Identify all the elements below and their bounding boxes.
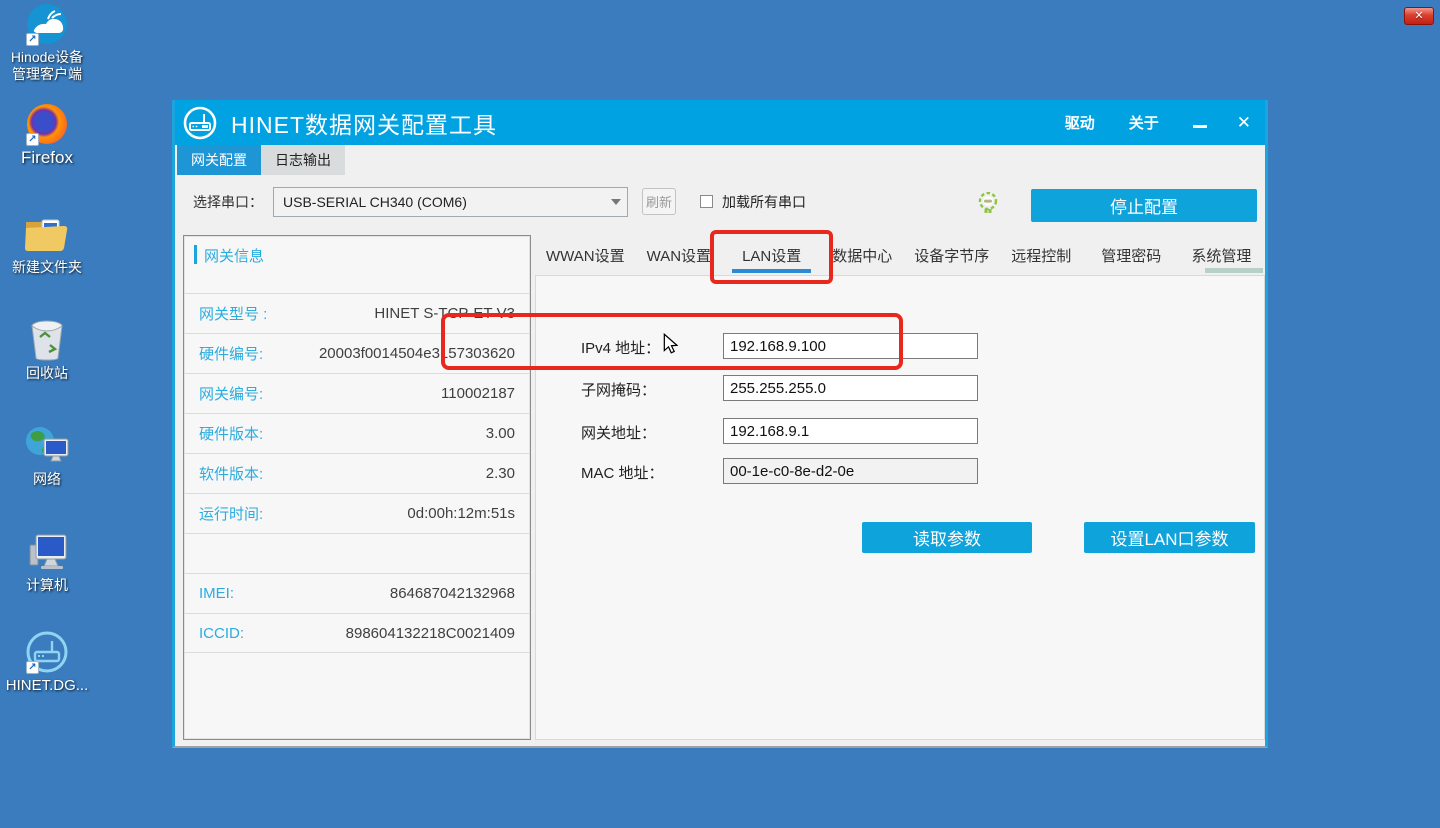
- info-row-model: 网关型号 : HINET S-TCP-ET-V3: [184, 293, 530, 333]
- info-value: HINET S-TCP-ET-V3: [267, 305, 515, 322]
- section-accent-bar: [194, 245, 197, 264]
- gateway-addr-row: 网关地址：: [536, 418, 1264, 444]
- desktop-icon-hinet-dg[interactable]: ↗ HINET.DG...: [2, 630, 92, 694]
- ipv4-label: IPv4 地址：: [581, 337, 660, 358]
- recycle-bin-icon: [28, 319, 66, 361]
- desktop-icon-computer[interactable]: 计算机: [2, 530, 92, 594]
- icon-label: 管理客户端: [12, 66, 82, 82]
- device-status-icon: [978, 192, 998, 214]
- tab-wwan-settings[interactable]: WWAN设置: [535, 235, 636, 275]
- info-label: 硬件编号:: [199, 343, 263, 364]
- ipv4-input[interactable]: [723, 333, 978, 359]
- mac-addr-input[interactable]: [723, 458, 978, 484]
- read-params-button[interactable]: 读取参数: [862, 522, 1032, 553]
- mac-addr-row: MAC 地址：: [536, 458, 1264, 484]
- icon-label: 回收站: [26, 365, 68, 382]
- shortcut-arrow-icon: ↗: [26, 33, 39, 46]
- chevron-down-icon: [611, 199, 621, 205]
- floating-close-button[interactable]: ✕: [1404, 7, 1434, 25]
- info-label: 软件版本:: [199, 463, 263, 484]
- lan-settings-panel: IPv4 地址： 子网掩码： 网关地址： MAC 地址： 读取参数 设置L: [535, 275, 1265, 740]
- folder-icon: [24, 214, 70, 254]
- info-value: 2.30: [263, 465, 515, 482]
- desktop: ↗ Hinode设备 管理客户端 ↗ Firefox 新建文件夹: [0, 0, 1440, 828]
- load-all-ports-label: 加载所有串口: [722, 192, 806, 212]
- icon-label: HINET.DG...: [6, 677, 89, 694]
- set-lan-params-button[interactable]: 设置LAN口参数: [1084, 522, 1255, 553]
- tab-data-center[interactable]: 数据中心: [821, 235, 903, 275]
- tab-admin-password[interactable]: 管理密码: [1090, 235, 1172, 275]
- shortcut-arrow-icon: ↗: [26, 661, 39, 674]
- computer-icon: [24, 531, 70, 573]
- icon-label: Firefox: [21, 149, 73, 166]
- info-label: 网关编号:: [199, 383, 263, 404]
- info-row-iccid: ICCID: 898604132218C0021409: [184, 613, 530, 653]
- tab-lan-settings-label: LAN设置: [742, 245, 801, 266]
- window-titlebar: HINET数据网关配置工具 驱动 关于 ✕: [175, 100, 1265, 145]
- network-icon: [24, 425, 70, 467]
- desktop-icon-recycle-bin[interactable]: 回收站: [2, 318, 92, 382]
- info-value: 20003f0014504e3157303620: [263, 345, 515, 362]
- ipv4-row: IPv4 地址：: [536, 333, 1264, 359]
- info-row-hw-id: 硬件编号: 20003f0014504e3157303620: [184, 333, 530, 373]
- about-menu[interactable]: 关于: [1129, 112, 1159, 133]
- minimize-button[interactable]: [1193, 125, 1207, 128]
- info-row-imei: IMEI: 864687042132968: [184, 573, 530, 613]
- tab-wan-settings[interactable]: WAN设置: [636, 235, 722, 275]
- app-window: HINET数据网关配置工具 驱动 关于 ✕ 网关配置 日志输出 选择串口： US…: [172, 100, 1268, 748]
- info-row-hw-version: 硬件版本: 3.00: [184, 413, 530, 453]
- tab-byte-order[interactable]: 设备字节序: [903, 235, 1000, 275]
- serial-toolbar: 选择串口： USB-SERIAL CH340 (COM6) 刷新 加载所有串口 …: [175, 175, 1265, 228]
- icon-label: 新建文件夹: [12, 259, 82, 276]
- refresh-button[interactable]: 刷新: [642, 188, 676, 215]
- shortcut-arrow-icon: ↗: [26, 133, 39, 146]
- mouse-cursor: [663, 333, 678, 354]
- serial-port-select[interactable]: USB-SERIAL CH340 (COM6): [273, 187, 628, 217]
- gateway-addr-input[interactable]: [723, 418, 978, 444]
- tab-gateway-config[interactable]: 网关配置: [177, 145, 261, 175]
- info-value: 3.00: [263, 425, 515, 442]
- netmask-row: 子网掩码：: [536, 375, 1264, 401]
- info-label: ICCID:: [199, 625, 244, 642]
- desktop-icon-firefox[interactable]: ↗ Firefox: [2, 102, 92, 166]
- driver-menu[interactable]: 驱动: [1065, 112, 1095, 133]
- tabbar-scroll-indicator[interactable]: [1205, 268, 1263, 273]
- gateway-addr-label: 网关地址：: [581, 422, 656, 443]
- netmask-label: 子网掩码：: [581, 379, 656, 400]
- stop-config-button[interactable]: 停止配置: [1031, 189, 1257, 222]
- info-value: 898604132218C0021409: [244, 625, 515, 642]
- icon-label: 网络: [33, 471, 61, 488]
- info-value: 110002187: [263, 385, 515, 402]
- info-value: 0d:00h:12m:51s: [263, 505, 515, 522]
- info-row-sw-version: 软件版本: 2.30: [184, 453, 530, 493]
- gateway-info-title: 网关信息: [204, 245, 264, 293]
- window-title: HINET数据网关配置工具: [231, 106, 497, 140]
- desktop-icon-network[interactable]: 网络: [2, 424, 92, 488]
- netmask-input[interactable]: [723, 375, 978, 401]
- serial-port-label: 选择串口：: [193, 192, 263, 212]
- tab-lan-settings[interactable]: LAN设置: [722, 235, 821, 275]
- gateway-info-panel: 网关信息 网关型号 : HINET S-TCP-ET-V3 硬件编号: 2000…: [183, 235, 531, 740]
- app-router-icon: [183, 106, 217, 140]
- info-value: 864687042132968: [234, 585, 515, 602]
- load-all-ports-checkbox[interactable]: [700, 195, 713, 208]
- tab-remote-control[interactable]: 远程控制: [1000, 235, 1082, 275]
- tab-log-output[interactable]: 日志输出: [261, 145, 345, 175]
- info-row-gw-id: 网关编号: 110002187: [184, 373, 530, 413]
- icon-label: 计算机: [26, 577, 68, 594]
- desktop-icon-hinode-client[interactable]: ↗ Hinode设备 管理客户端: [2, 2, 92, 83]
- desktop-icon-new-folder[interactable]: 新建文件夹: [2, 212, 92, 276]
- info-label: IMEI:: [199, 585, 234, 602]
- info-row-empty: [184, 533, 530, 573]
- mac-addr-label: MAC 地址：: [581, 462, 664, 483]
- serial-port-value: USB-SERIAL CH340 (COM6): [283, 194, 611, 210]
- info-row-uptime: 运行时间: 0d:00h:12m:51s: [184, 493, 530, 533]
- info-label: 硬件版本:: [199, 423, 263, 444]
- settings-tab-bar: WWAN设置 WAN设置 LAN设置 数据中心 设备字节序 远程控制 管理密码 …: [535, 235, 1265, 275]
- info-label: 网关型号 :: [199, 303, 267, 324]
- icon-label: Hinode设备: [11, 49, 83, 65]
- info-label: 运行时间:: [199, 503, 263, 524]
- close-button[interactable]: ✕: [1237, 113, 1251, 133]
- main-tab-bar: 网关配置 日志输出: [175, 145, 1265, 175]
